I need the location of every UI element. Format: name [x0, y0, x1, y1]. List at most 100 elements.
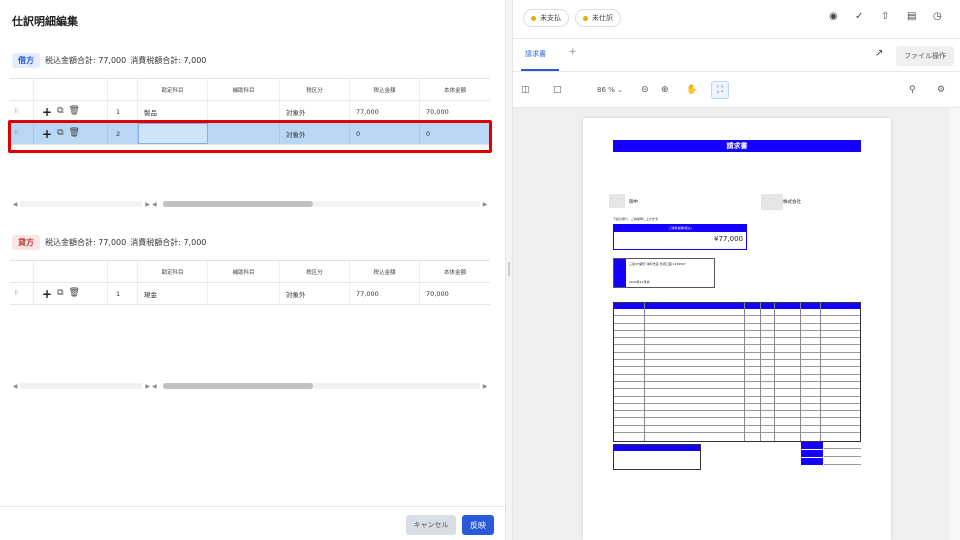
tax-table-header [614, 445, 700, 451]
invoice-amount-box: ご請求金額(税込) ¥77,000 [613, 224, 747, 250]
add-tab-icon[interactable]: + [569, 47, 577, 57]
debit-hscrollbar[interactable]: ◀ ▶ ◀ ▶ [10, 199, 490, 209]
scroll-track-fixed[interactable] [20, 383, 142, 389]
comment-icon[interactable]: ▤ [907, 11, 916, 22]
subaccount-cell[interactable] [208, 101, 280, 122]
search-icon[interactable]: ⚲ [909, 85, 916, 95]
amount-label: ご請求金額(税込) [614, 225, 746, 232]
scroll-right-icon[interactable]: ▶ [480, 201, 490, 208]
status-chip-unpaid[interactable]: 未支払 [523, 9, 569, 27]
amount-cell[interactable]: 77,000 [350, 101, 420, 122]
add-row-icon[interactable]: + [42, 288, 52, 300]
invoice-greeting: 下記の通り、ご請求申し上げます。 [613, 217, 661, 221]
open-external-icon[interactable]: ↗ [875, 48, 883, 59]
account-cell[interactable]: 製品 [138, 101, 208, 122]
hand-tool-icon[interactable]: ✋ [686, 85, 697, 95]
invoice-page: 請求書 御中 株式会社 下記の通り、ご請求申し上げます。 ご請求金額(税込) ¥… [583, 118, 891, 540]
zoom-level-select[interactable]: 86 % ⌄ [597, 86, 623, 94]
clock-icon[interactable]: ◷ [933, 11, 942, 22]
delete-row-icon[interactable]: 🗑 [69, 107, 80, 116]
due-line: 2024年12月末 [629, 280, 650, 284]
status-chip-unjournaled[interactable]: 未仕訳 [575, 9, 621, 27]
subaccount-cell[interactable] [208, 283, 280, 304]
scroll-thumb[interactable] [163, 201, 313, 207]
header-tax-type[interactable]: 税区分 [280, 261, 350, 282]
settings-gear-icon[interactable]: ⚙ [937, 85, 945, 95]
sidebar-toggle-icon[interactable]: ◫ [521, 85, 530, 95]
scroll-mid-icons[interactable]: ▶ ◀ [142, 201, 160, 208]
invoice-banner: 請求書 [613, 140, 861, 152]
header-tax-type[interactable]: 税区分 [280, 79, 350, 100]
footer-divider [0, 506, 505, 507]
header-account[interactable]: 勘定科目 [138, 79, 208, 100]
file-operations-button[interactable]: ファイル操作 [896, 46, 954, 66]
drag-handle-icon[interactable]: ⠿ [10, 283, 34, 304]
resize-grip-icon[interactable] [508, 262, 510, 276]
credit-tax-total: 消費税額合計: 7,000 [130, 237, 207, 247]
zoom-level: 86 % [597, 86, 615, 94]
header-handle-col [10, 79, 34, 100]
table-row[interactable]: ⠿ + ⧉ 🗑 1 現金 対象外 77,000 70,000 [10, 283, 490, 305]
delete-row-icon[interactable]: 🗑 [69, 289, 80, 298]
header-amount[interactable]: 税込金額 [350, 261, 420, 282]
debit-summary: 借方 税込金額合計: 77,000 消費税額合計: 7,000 [12, 52, 210, 68]
row-number: 1 [108, 101, 138, 122]
copy-row-icon[interactable]: ⧉ [57, 107, 63, 116]
header-subaccount[interactable]: 補助科目 [208, 261, 280, 282]
panel-resize-divider[interactable] [505, 0, 513, 540]
add-row-icon[interactable]: + [42, 106, 52, 118]
user-circle-icon[interactable]: ◉ [829, 11, 838, 22]
document-tabbar: 請求書 + ↗ ファイル操作 [513, 38, 960, 72]
header-net[interactable]: 本体金額 [420, 79, 490, 100]
apply-button[interactable]: 反映 [462, 515, 494, 535]
credit-grid-header: 勘定科目 補助科目 税区分 税込金額 本体金額 [10, 261, 490, 283]
scroll-thumb[interactable] [163, 383, 313, 389]
scroll-left-icon[interactable]: ◀ [10, 201, 20, 208]
credit-summary: 貸方 税込金額合計: 77,000 消費税額合計: 7,000 [12, 234, 210, 250]
scroll-left-icon[interactable]: ◀ [10, 383, 20, 390]
tab-active-indicator [521, 69, 559, 71]
drag-handle-icon[interactable]: ⠿ [10, 101, 34, 122]
zoom-in-icon[interactable]: ⊕ [661, 85, 669, 95]
share-icon[interactable]: ⇧ [881, 11, 889, 22]
journal-detail-editor: 仕訳明細編集 借方 税込金額合計: 77,000 消費税額合計: 7,000 勘… [0, 0, 505, 540]
debit-tax-total: 消費税額合計: 7,000 [130, 55, 207, 65]
header-actions-col [34, 79, 108, 100]
header-net[interactable]: 本体金額 [420, 261, 490, 282]
check-icon[interactable]: ✓ [855, 11, 863, 22]
debit-tax-incl-total: 税込金額合計: 77,000 [45, 55, 127, 65]
scroll-track[interactable] [163, 201, 480, 207]
scroll-track[interactable] [163, 383, 480, 389]
invoice-totals [801, 442, 861, 465]
crop-select-icon[interactable]: ⛶ [711, 81, 729, 99]
debit-grid-header: 勘定科目 補助科目 税区分 税込金額 本体金額 [10, 79, 490, 101]
cancel-button[interactable]: キャンセル [406, 515, 456, 535]
app-root: 仕訳明細編集 借方 税込金額合計: 77,000 消費税額合計: 7,000 勘… [0, 0, 960, 540]
invoice-tax-breakdown [613, 444, 701, 470]
zoom-out-icon[interactable]: ⊝ [641, 85, 649, 95]
net-cell[interactable]: 70,000 [420, 101, 490, 122]
header-account[interactable]: 勘定科目 [138, 261, 208, 282]
header-handle-col [10, 261, 34, 282]
status-chip-label: 未仕訳 [592, 14, 613, 22]
net-cell[interactable]: 70,000 [420, 283, 490, 304]
bank-label-bar [614, 259, 626, 287]
scroll-track-fixed[interactable] [20, 201, 142, 207]
document-viewer-panel: 未支払 未仕訳 ◉ ✓ ⇧ ▤ ◷ 請求書 + ↗ ファイル操作 ◫ □ 86 … [513, 0, 960, 540]
page-view-icon[interactable]: □ [553, 85, 562, 95]
copy-row-icon[interactable]: ⧉ [57, 289, 63, 298]
pdf-viewport[interactable]: 請求書 御中 株式会社 下記の通り、ご請求申し上げます。 ご請求金額(税込) ¥… [513, 108, 960, 540]
tax-type-cell[interactable]: 対象外 [280, 283, 350, 304]
tax-type-cell[interactable]: 対象外 [280, 101, 350, 122]
scroll-right-icon[interactable]: ▶ [480, 383, 490, 390]
header-subaccount[interactable]: 補助科目 [208, 79, 280, 100]
amount-cell[interactable]: 77,000 [350, 283, 420, 304]
tab-invoice[interactable]: 請求書 [525, 49, 546, 59]
scroll-mid-icons[interactable]: ▶ ◀ [142, 383, 160, 390]
status-dot-icon [531, 15, 536, 21]
account-cell[interactable]: 現金 [138, 283, 208, 304]
viewer-vscrollbar[interactable] [950, 108, 960, 540]
credit-badge: 貸方 [12, 234, 40, 250]
credit-hscrollbar[interactable]: ◀ ▶ ◀ ▶ [10, 381, 490, 391]
header-amount[interactable]: 税込金額 [350, 79, 420, 100]
